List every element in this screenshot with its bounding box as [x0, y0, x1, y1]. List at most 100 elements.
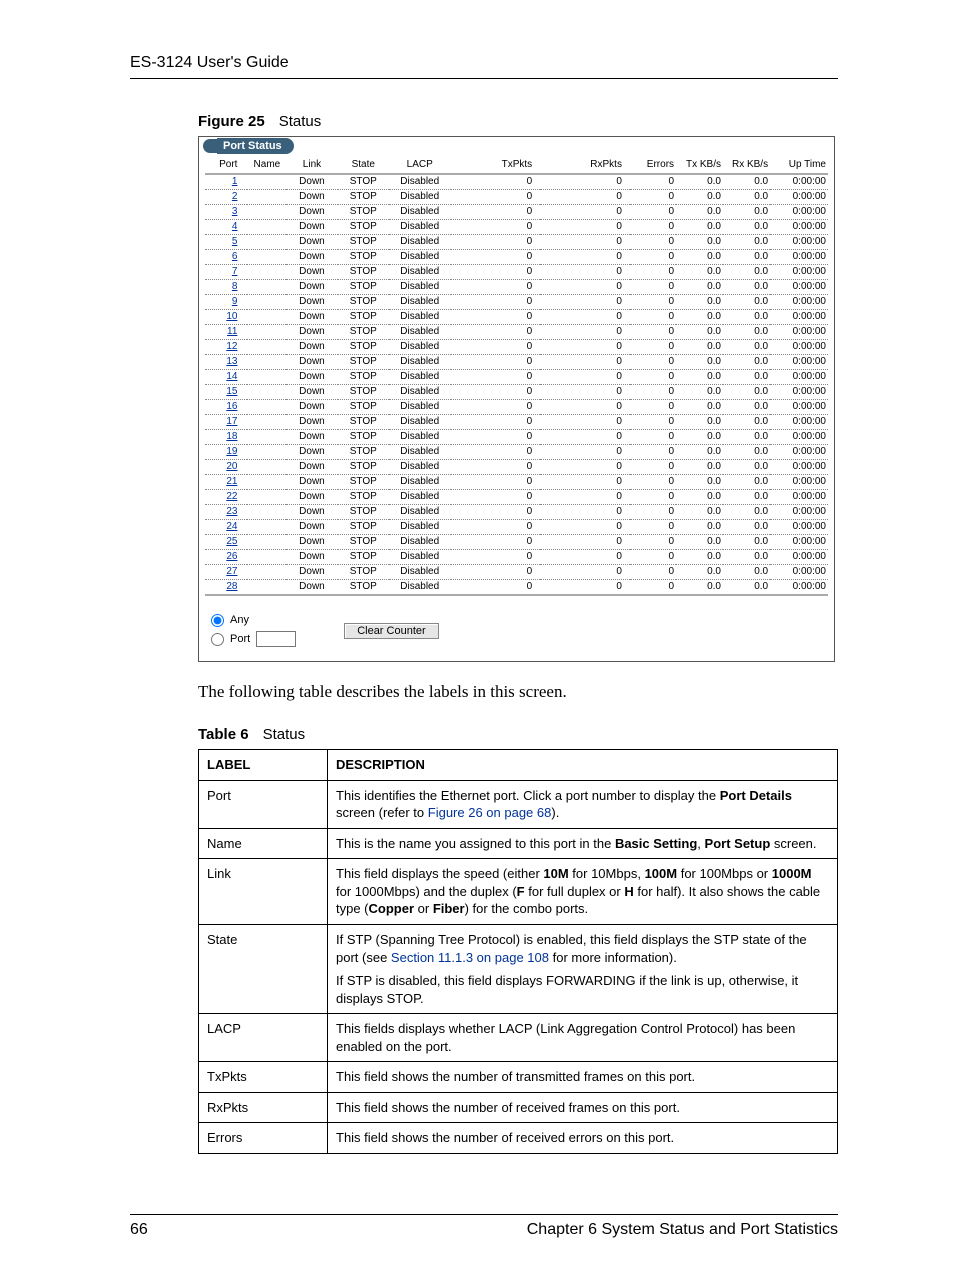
cell-txk: 0.0	[676, 460, 723, 475]
cell-name	[247, 295, 286, 310]
cell-rx: 0	[540, 190, 630, 205]
th-state: State	[338, 157, 389, 174]
cell-ut: 0:00:00	[770, 565, 828, 580]
cell-ut: 0:00:00	[770, 205, 828, 220]
footer-rule	[130, 1214, 838, 1215]
port-link[interactable]: 24	[226, 521, 237, 532]
cell-rxk: 0.0	[723, 415, 770, 430]
port-link[interactable]: 4	[232, 221, 238, 232]
port-link[interactable]: 23	[226, 506, 237, 517]
dh-label: LABEL	[199, 750, 328, 781]
port-link[interactable]: 25	[226, 536, 237, 547]
radio-port[interactable]	[211, 633, 224, 646]
port-link[interactable]: 10	[226, 311, 237, 322]
table-row: 22DownSTOPDisabled0000.00.00:00:00	[205, 490, 828, 505]
cell-link: Down	[286, 205, 337, 220]
cell-ut: 0:00:00	[770, 460, 828, 475]
cell-name	[247, 190, 286, 205]
cell-lacp: Disabled	[389, 295, 451, 310]
cell-ut: 0:00:00	[770, 415, 828, 430]
port-link[interactable]: 7	[232, 266, 238, 277]
cell-ut: 0:00:00	[770, 190, 828, 205]
port-link[interactable]: 21	[226, 476, 237, 487]
port-link[interactable]: 5	[232, 236, 238, 247]
cell-rxk: 0.0	[723, 235, 770, 250]
table-row: 5DownSTOPDisabled0000.00.00:00:00	[205, 235, 828, 250]
cell-ut: 0:00:00	[770, 490, 828, 505]
table-caption: Table 6Status	[198, 726, 838, 743]
cell-link: Down	[286, 415, 337, 430]
cell-rx: 0	[540, 520, 630, 535]
port-link[interactable]: 26	[226, 551, 237, 562]
cell-name	[247, 250, 286, 265]
cell-err: 0	[630, 250, 676, 265]
cell-rxk: 0.0	[723, 460, 770, 475]
cell-txk: 0.0	[676, 535, 723, 550]
radio-any-label: Any	[230, 614, 249, 627]
cell-lacp: Disabled	[389, 205, 451, 220]
port-link[interactable]: 12	[226, 341, 237, 352]
cell-name	[247, 400, 286, 415]
xref-link[interactable]: Figure 26 on page 68	[428, 805, 552, 820]
cell-ut: 0:00:00	[770, 475, 828, 490]
port-link[interactable]: 11	[227, 326, 237, 337]
cell-name	[247, 325, 286, 340]
cell-tx: 0	[451, 490, 541, 505]
panel-tab[interactable]: Port Status	[217, 138, 294, 154]
port-link[interactable]: 27	[226, 566, 237, 577]
cell-lacp: Disabled	[389, 505, 451, 520]
cell-ut: 0:00:00	[770, 220, 828, 235]
port-link[interactable]: 8	[232, 281, 238, 292]
cell-name	[247, 580, 286, 596]
body-text: The following table describes the labels…	[198, 682, 838, 702]
cell-rxk: 0.0	[723, 535, 770, 550]
cell-tx: 0	[451, 460, 541, 475]
port-link[interactable]: 3	[232, 206, 238, 217]
port-link[interactable]: 1	[232, 176, 238, 187]
port-link[interactable]: 19	[226, 446, 237, 457]
desc-row: RxPkts This field shows the number of re…	[199, 1092, 838, 1123]
port-link[interactable]: 28	[226, 581, 237, 592]
clear-counter-button[interactable]: Clear Counter	[344, 623, 438, 639]
cell-txk: 0.0	[676, 445, 723, 460]
cell-tx: 0	[451, 535, 541, 550]
cell-ut: 0:00:00	[770, 520, 828, 535]
desc-label: Port	[199, 780, 328, 828]
port-link[interactable]: 18	[226, 431, 237, 442]
desc-row: Name This is the name you assigned to th…	[199, 828, 838, 859]
cell-lacp: Disabled	[389, 460, 451, 475]
cell-link: Down	[286, 190, 337, 205]
radio-any[interactable]	[211, 614, 224, 627]
port-link[interactable]: 20	[226, 461, 237, 472]
cell-rx: 0	[540, 325, 630, 340]
cell-link: Down	[286, 445, 337, 460]
cell-ut: 0:00:00	[770, 265, 828, 280]
port-input[interactable]	[256, 631, 296, 647]
cell-err: 0	[630, 430, 676, 445]
port-link[interactable]: 22	[226, 491, 237, 502]
cell-name	[247, 370, 286, 385]
header-rule	[130, 78, 838, 79]
port-link[interactable]: 9	[232, 296, 238, 307]
port-link[interactable]: 2	[232, 191, 238, 202]
cell-state: STOP	[338, 520, 389, 535]
port-link[interactable]: 17	[226, 416, 237, 427]
cell-state: STOP	[338, 475, 389, 490]
desc-label: TxPkts	[199, 1062, 328, 1093]
cell-state: STOP	[338, 310, 389, 325]
cell-ut: 0:00:00	[770, 310, 828, 325]
xref-link[interactable]: Section 11.1.3 on page 108	[391, 950, 549, 965]
port-link[interactable]: 15	[226, 386, 237, 397]
cell-err: 0	[630, 490, 676, 505]
port-link[interactable]: 13	[226, 356, 237, 367]
cell-tx: 0	[451, 400, 541, 415]
port-link[interactable]: 6	[232, 251, 238, 262]
table-row: 20DownSTOPDisabled0000.00.00:00:00	[205, 460, 828, 475]
table-title: Status	[263, 726, 306, 743]
cell-state: STOP	[338, 445, 389, 460]
port-link[interactable]: 14	[226, 371, 237, 382]
cell-state: STOP	[338, 265, 389, 280]
port-link[interactable]: 16	[226, 401, 237, 412]
cell-tx: 0	[451, 355, 541, 370]
cell-lacp: Disabled	[389, 280, 451, 295]
